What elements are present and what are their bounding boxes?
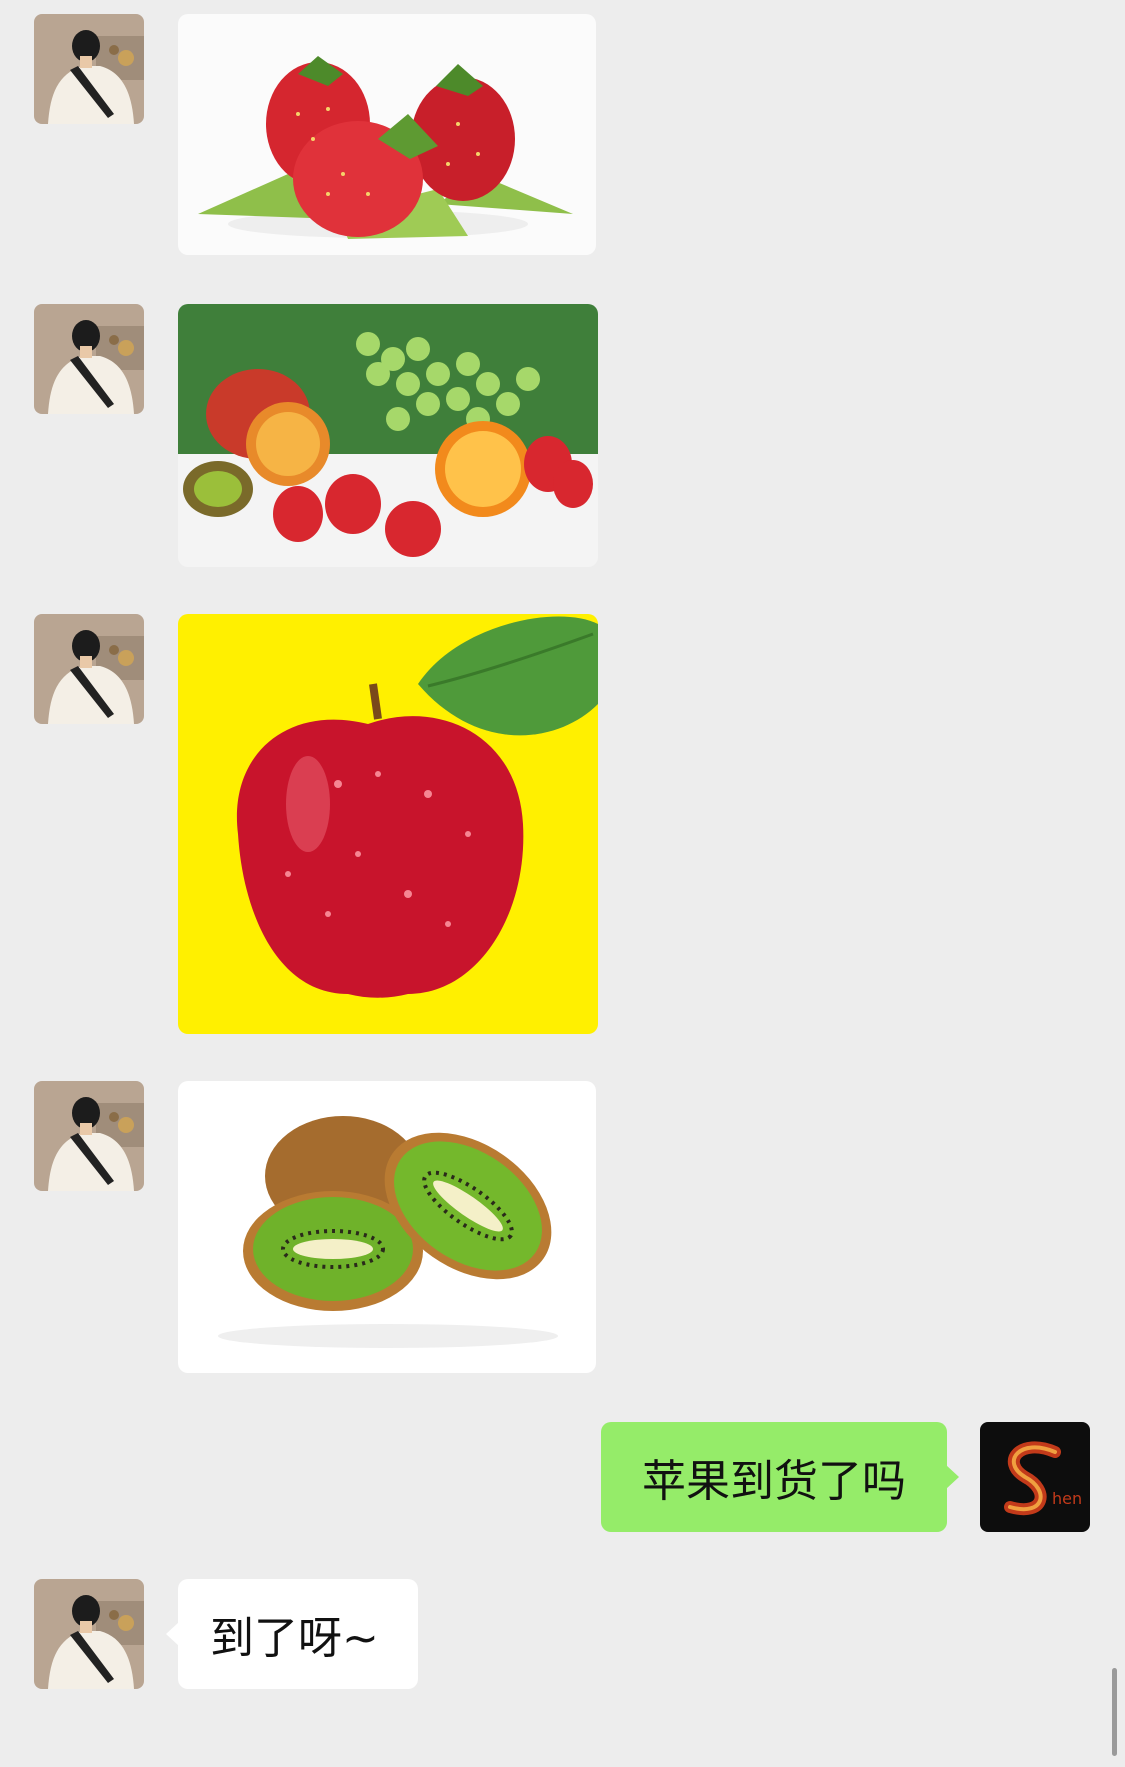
contact-avatar-icon xyxy=(34,614,144,724)
scrollbar[interactable] xyxy=(1112,1668,1117,1756)
contact-avatar-icon xyxy=(34,304,144,414)
strawberries-image xyxy=(178,14,596,255)
reply-message-bubble[interactable]: 到了呀~ xyxy=(166,1579,418,1689)
contact-avatar[interactable] xyxy=(34,14,144,124)
my-avatar-logo-icon: hen xyxy=(980,1422,1090,1532)
my-avatar[interactable]: hen xyxy=(980,1422,1090,1532)
my-message-text: 苹果到货了吗 xyxy=(642,1456,906,1507)
kiwi-image xyxy=(178,1081,596,1373)
contact-avatar-icon xyxy=(34,14,144,124)
contact-avatar[interactable] xyxy=(34,304,144,414)
image-message-kiwi[interactable] xyxy=(178,1081,596,1373)
contact-avatar[interactable] xyxy=(34,1081,144,1191)
contact-avatar-icon xyxy=(34,1579,144,1689)
image-message-red-apple[interactable] xyxy=(178,614,598,1034)
image-message-mixed-fruit[interactable] xyxy=(178,304,598,567)
contact-avatar[interactable] xyxy=(34,614,144,724)
contact-avatar-icon xyxy=(34,1081,144,1191)
red-apple-image xyxy=(178,614,598,1034)
reply-message-text: 到了呀~ xyxy=(210,1613,379,1664)
my-avatar-logo-text: hen xyxy=(1052,1489,1082,1508)
contact-avatar[interactable] xyxy=(34,1579,144,1689)
image-message-strawberries[interactable] xyxy=(178,14,596,255)
my-message-bubble[interactable]: 苹果到货了吗 xyxy=(601,1422,959,1532)
mixed-fruit-image xyxy=(178,304,598,567)
